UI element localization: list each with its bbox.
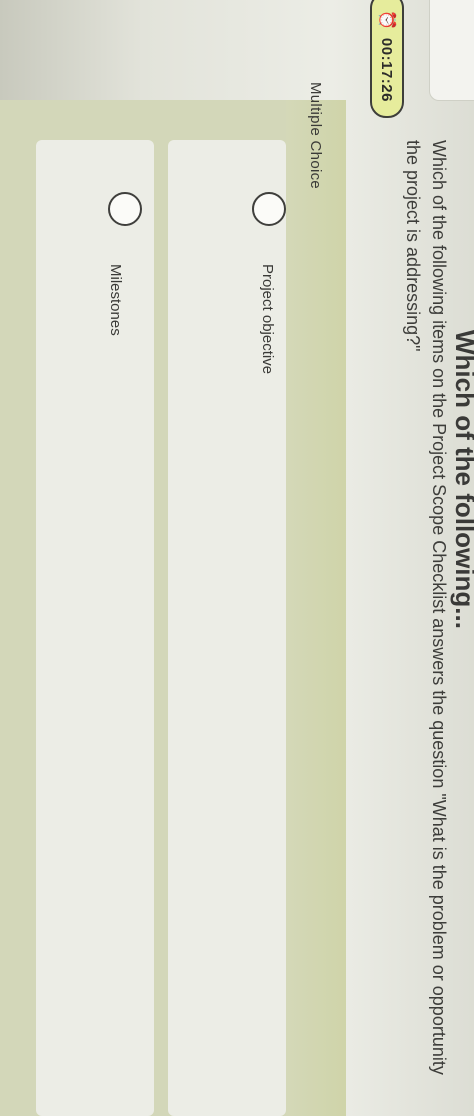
question-type-label: Multiple Choice bbox=[307, 82, 324, 190]
timer-value: 00:17:26 bbox=[378, 37, 396, 102]
answer-panel-header bbox=[286, 100, 346, 1116]
answer-option[interactable]: Project objective bbox=[168, 140, 286, 1116]
answer-option[interactable]: Milestones bbox=[36, 140, 154, 1116]
answer-option-label: Project objective bbox=[259, 264, 276, 375]
radio-button[interactable] bbox=[108, 192, 142, 226]
alarm-clock-icon: ⏰ bbox=[378, 10, 395, 30]
question-header-title: Which of the following... bbox=[450, 330, 474, 629]
screen: Which of the following... ⏰ 00:17:26 Whi… bbox=[0, 0, 474, 1116]
radio-button[interactable] bbox=[252, 192, 286, 226]
quiz-page: Which of the following... ⏰ 00:17:26 Whi… bbox=[0, 0, 474, 1116]
answer-option-label: Milestones bbox=[107, 264, 124, 336]
header-card bbox=[429, 0, 474, 101]
timer-badge: ⏰ 00:17:26 bbox=[370, 0, 404, 118]
question-text: Which of the following items on the Proj… bbox=[403, 140, 449, 1075]
